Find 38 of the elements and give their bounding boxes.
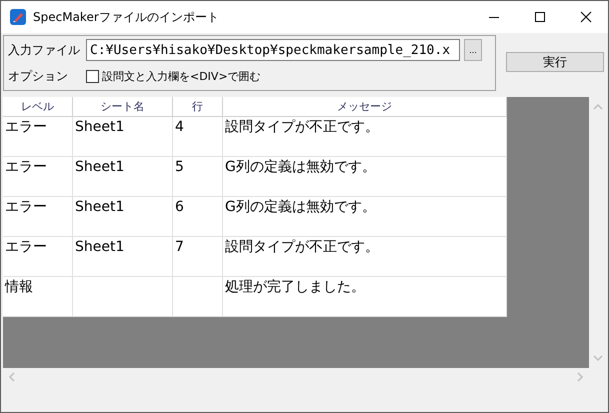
app-icon (9, 8, 27, 26)
message-cell: G列の定義は無効です。 (223, 157, 507, 197)
column-header[interactable]: メッセージ (223, 97, 507, 117)
input-field[interactable]: C:¥Users¥hisako¥Desktop¥speckmakersample_210.x (86, 39, 460, 61)
column-header[interactable]: レベル (3, 97, 73, 117)
level-cell: エラー (3, 157, 73, 197)
option-label: オプション (8, 68, 69, 84)
maximize-icon[interactable] (534, 11, 546, 23)
column-header[interactable]: シート名 (73, 97, 173, 117)
row-cell: 5 (173, 157, 223, 197)
row-cell: 6 (173, 197, 223, 237)
level-cell: エラー (3, 237, 73, 277)
checkbox-label[interactable]: 設問文と入力欄を<DIV>で囲む (102, 68, 261, 84)
column-header[interactable]: 行 (173, 97, 223, 117)
close-icon[interactable] (580, 11, 592, 23)
level-cell: 情報 (3, 277, 73, 317)
scroll-right-icon[interactable] (576, 372, 584, 382)
browse-button[interactable]: ... (464, 39, 482, 61)
row-cell: 7 (173, 237, 223, 277)
message-cell: G列の定義は無効です。 (223, 197, 507, 237)
checkbox[interactable] (86, 70, 99, 82)
level-cell: エラー (3, 117, 73, 157)
scroll-down-icon[interactable] (592, 354, 602, 362)
scroll-up-icon[interactable] (592, 103, 602, 111)
message-cell: 設問タイプが不正です。 (223, 117, 507, 157)
row-cell: 4 (173, 117, 223, 157)
scroll-left-icon[interactable] (8, 372, 16, 382)
sheet-cell: Sheet1 (73, 157, 173, 197)
run-button[interactable]: 実行 (506, 52, 604, 72)
sheet-cell: Sheet1 (73, 117, 173, 157)
message-cell: 処理が完了しました。 (223, 277, 507, 317)
level-cell: エラー (3, 197, 73, 237)
window-title: SpecMakerファイルのインポート (33, 8, 220, 26)
message-cell: 設問タイプが不正です。 (223, 237, 507, 277)
sheet-cell: Sheet1 (73, 197, 173, 237)
input-file-label: 入力ファイル (8, 42, 81, 58)
sheet-cell: Sheet1 (73, 237, 173, 277)
empty-cell (173, 277, 223, 317)
